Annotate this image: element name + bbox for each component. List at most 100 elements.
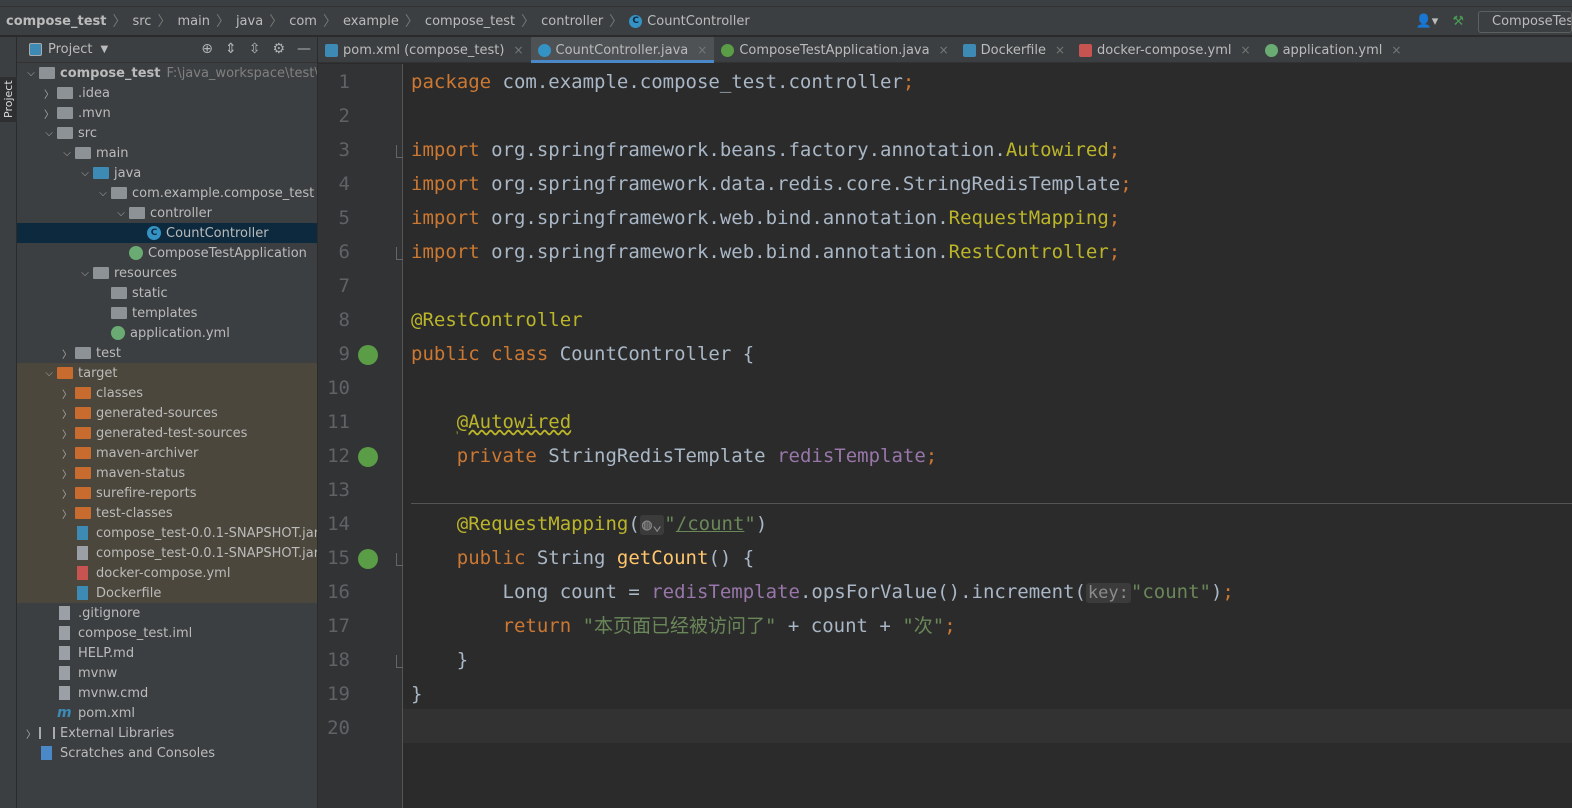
- project-panel-header: Project ▼ ⊕ ⇕ ⇳ ⚙ —: [17, 37, 317, 63]
- gear-icon[interactable]: ⚙: [272, 41, 285, 57]
- close-icon[interactable]: ×: [697, 43, 707, 57]
- project-view-select[interactable]: Project: [48, 42, 92, 57]
- package-icon: [111, 187, 127, 199]
- run-configuration-select[interactable]: ComposeTestApplication: [1478, 10, 1572, 33]
- breadcrumb-item[interactable]: 〉 example: [317, 11, 399, 31]
- tree-item[interactable]: docker-compose.yml: [17, 563, 317, 583]
- chevron-right-icon[interactable]: 〉: [59, 446, 75, 461]
- chevron-right-icon[interactable]: 〉: [59, 426, 75, 441]
- tree-item[interactable]: Dockerfile: [17, 583, 317, 603]
- chevron-right-icon[interactable]: 〉: [59, 346, 75, 361]
- breadcrumb-item[interactable]: 〉 C CountController: [603, 11, 750, 31]
- tree-item[interactable]: 〉 maven-status: [17, 463, 317, 483]
- code-token: (: [628, 513, 640, 535]
- code-token: return: [502, 615, 583, 637]
- tree-item[interactable]: static: [17, 283, 317, 303]
- tree-item[interactable]: ⌵ controller: [17, 203, 317, 223]
- close-icon[interactable]: ×: [1391, 43, 1401, 57]
- breadcrumb-item[interactable]: 〉 compose_test: [399, 11, 515, 31]
- chevron-down-icon[interactable]: ⌵: [59, 148, 75, 159]
- tree-item[interactable]: 〉 External Libraries: [17, 723, 317, 743]
- chevron-down-icon[interactable]: ⌵: [77, 268, 93, 279]
- tree-item[interactable]: mvnw: [17, 663, 317, 683]
- tab-composetestapplication[interactable]: ComposeTestApplication.java ×: [714, 37, 955, 63]
- chevron-down-icon[interactable]: ⌵: [113, 208, 129, 219]
- code-token: public class: [411, 343, 549, 365]
- close-icon[interactable]: ×: [939, 43, 949, 57]
- close-icon[interactable]: ×: [1241, 43, 1251, 57]
- tree-item[interactable]: ⌵ com.example.compose_test: [17, 183, 317, 203]
- tree-item[interactable]: ⌵ resources: [17, 263, 317, 283]
- tree-item[interactable]: ⌵ compose_test F:\java_workspace\test\comp…: [17, 63, 317, 83]
- close-icon[interactable]: ×: [1055, 43, 1065, 57]
- line-number: 8: [338, 309, 350, 331]
- project-tool-tab[interactable]: Project: [0, 77, 17, 122]
- breadcrumb-item[interactable]: compose_test: [6, 14, 106, 29]
- tree-item[interactable]: Scratches and Consoles: [17, 743, 317, 763]
- tree-item[interactable]: compose_test-0.0.1-SNAPSHOT.jar.original: [17, 543, 317, 563]
- collapse-all-icon[interactable]: ⇳: [249, 41, 261, 57]
- tree-item[interactable]: 〉 test: [17, 343, 317, 363]
- spring-icon: [111, 326, 125, 340]
- tree-item[interactable]: compose_test.iml: [17, 623, 317, 643]
- code-editor[interactable]: package com.example.compose_test.control…: [403, 64, 1572, 808]
- hide-icon[interactable]: —: [297, 41, 311, 57]
- code-token: ": [664, 513, 676, 535]
- chevron-down-icon[interactable]: ⌵: [41, 128, 57, 139]
- folder-icon: [57, 107, 73, 119]
- tree-item[interactable]: C CountController: [17, 223, 317, 243]
- chevron-down-icon[interactable]: ⌵: [95, 188, 111, 199]
- chevron-right-icon[interactable]: 〉: [41, 106, 57, 121]
- build-hammer-icon[interactable]: ⚒: [1452, 14, 1464, 29]
- code-token: ;: [1222, 581, 1234, 603]
- chevron-right-icon[interactable]: 〉: [23, 726, 39, 741]
- tree-item[interactable]: 〉 maven-archiver: [17, 443, 317, 463]
- tree-item[interactable]: ⌵ target: [17, 363, 317, 383]
- tab-docker-compose[interactable]: docker-compose.yml ×: [1072, 37, 1258, 63]
- tree-item[interactable]: m pom.xml: [17, 703, 317, 723]
- tab-application[interactable]: application.yml ×: [1258, 37, 1409, 63]
- tree-item[interactable]: ⌵ src: [17, 123, 317, 143]
- breadcrumb-item[interactable]: 〉 src: [106, 11, 151, 31]
- breadcrumb-item[interactable]: 〉 controller: [515, 11, 603, 31]
- breadcrumb-item[interactable]: 〉 com: [263, 11, 317, 31]
- tree-item[interactable]: 〉 .mvn: [17, 103, 317, 123]
- chevron-down-icon[interactable]: ▼: [100, 44, 108, 55]
- tree-item[interactable]: templates: [17, 303, 317, 323]
- tree-item[interactable]: 〉 .idea: [17, 83, 317, 103]
- chevron-right-icon[interactable]: 〉: [41, 86, 57, 101]
- tree-item[interactable]: ⌵ main: [17, 143, 317, 163]
- tree-item[interactable]: .gitignore: [17, 603, 317, 623]
- tree-item[interactable]: ComposeTestApplication: [17, 243, 317, 263]
- tree-item[interactable]: compose_test-0.0.1-SNAPSHOT.jar: [17, 523, 317, 543]
- tree-item[interactable]: ⌵ java: [17, 163, 317, 183]
- chevron-right-icon[interactable]: 〉: [59, 386, 75, 401]
- spring-bean-icon[interactable]: [358, 345, 378, 365]
- chevron-right-icon[interactable]: 〉: [59, 506, 75, 521]
- tree-item[interactable]: mvnw.cmd: [17, 683, 317, 703]
- autowired-nav-icon[interactable]: [358, 447, 378, 467]
- chevron-right-icon[interactable]: 〉: [59, 486, 75, 501]
- chevron-right-icon[interactable]: 〉: [59, 406, 75, 421]
- expand-all-icon[interactable]: ⇕: [225, 41, 237, 57]
- user-icon[interactable]: 👤▾: [1416, 14, 1439, 29]
- tree-item[interactable]: 〉 surefire-reports: [17, 483, 317, 503]
- endpoint-icon[interactable]: [358, 549, 378, 569]
- tree-item[interactable]: 〉 generated-test-sources: [17, 423, 317, 443]
- close-icon[interactable]: ×: [513, 43, 523, 57]
- breadcrumb-item[interactable]: 〉 main: [151, 11, 209, 31]
- tree-item[interactable]: 〉 generated-sources: [17, 403, 317, 423]
- chevron-down-icon[interactable]: ⌵: [41, 368, 57, 379]
- chevron-right-icon[interactable]: 〉: [59, 466, 75, 481]
- locate-icon[interactable]: ⊕: [201, 41, 213, 57]
- tree-item[interactable]: 〉 test-classes: [17, 503, 317, 523]
- chevron-down-icon[interactable]: ⌵: [23, 68, 39, 79]
- tab-pom[interactable]: pom.xml (compose_test) ×: [318, 37, 531, 63]
- tab-countcontroller[interactable]: CountController.java ×: [530, 37, 715, 63]
- chevron-down-icon[interactable]: ⌵: [77, 168, 93, 179]
- tree-item[interactable]: application.yml: [17, 323, 317, 343]
- tab-dockerfile[interactable]: Dockerfile ×: [956, 37, 1072, 63]
- tree-item[interactable]: HELP.md: [17, 643, 317, 663]
- breadcrumb-item[interactable]: 〉 java: [210, 11, 263, 31]
- tree-item[interactable]: 〉 classes: [17, 383, 317, 403]
